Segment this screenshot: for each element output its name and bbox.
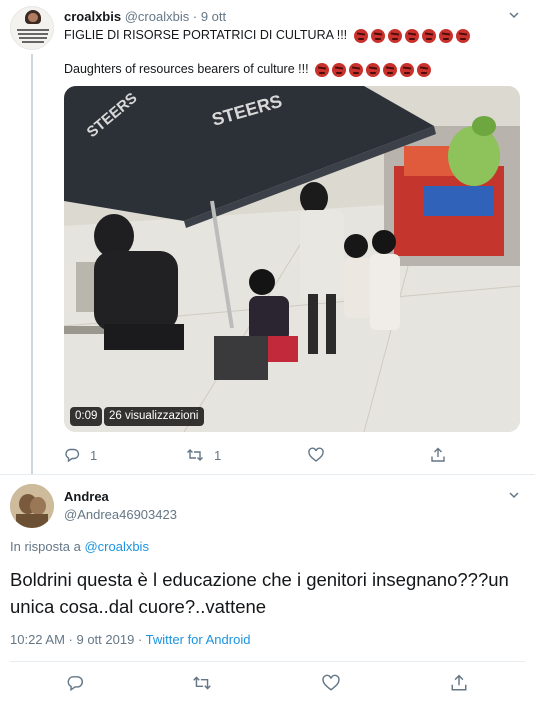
avatar-text-line bbox=[17, 29, 49, 31]
cursing-face-emoji bbox=[332, 62, 347, 77]
heart-icon bbox=[308, 447, 324, 463]
cursing-face-emoji bbox=[421, 28, 436, 43]
avatar[interactable] bbox=[10, 6, 54, 50]
tweet-text: Boldrini questa è l educazione che i gen… bbox=[10, 569, 509, 617]
reply-icon bbox=[66, 674, 84, 692]
reply-button[interactable]: 1 bbox=[64, 447, 97, 463]
cursing-face-emoji bbox=[400, 62, 415, 77]
divider bbox=[10, 661, 525, 662]
tweet-meta: 10:22 AM · 9 ott 2019 · Twitter for Andr… bbox=[10, 632, 250, 647]
separator: · bbox=[137, 632, 143, 647]
video-player[interactable]: STEERS STEERS bbox=[64, 86, 520, 432]
cursing-face-emoji bbox=[404, 28, 419, 43]
tweet-timestamp[interactable]: 10:22 AM · 9 ott 2019 bbox=[10, 632, 134, 647]
user-handle[interactable]: @croalxbis bbox=[125, 9, 190, 24]
cursing-face-emoji bbox=[349, 62, 364, 77]
avatar[interactable] bbox=[10, 484, 54, 528]
chevron-down-icon[interactable] bbox=[508, 489, 520, 504]
share-icon bbox=[450, 674, 468, 692]
display-name[interactable]: Andrea bbox=[64, 489, 109, 504]
tweet-source-link[interactable]: Twitter for Android bbox=[146, 632, 251, 647]
cursing-face-emoji bbox=[315, 62, 330, 77]
cursing-face-emoji bbox=[417, 62, 432, 77]
cursing-face-emoji bbox=[438, 28, 453, 43]
chevron-down-icon[interactable] bbox=[508, 9, 520, 24]
cursing-face-emoji bbox=[353, 28, 368, 43]
like-button[interactable] bbox=[308, 447, 324, 463]
emoji-group bbox=[353, 28, 470, 43]
video-frame: STEERS STEERS bbox=[64, 86, 520, 432]
separator: · bbox=[192, 9, 198, 24]
cursing-face-emoji bbox=[383, 62, 398, 77]
video-duration: 0:09 bbox=[70, 407, 103, 426]
heart-icon bbox=[322, 674, 340, 692]
share-icon bbox=[430, 447, 446, 463]
cursing-face-emoji bbox=[387, 28, 402, 43]
cursing-face-emoji bbox=[370, 28, 385, 43]
tweet-croalxbis[interactable]: croalxbis @croalxbis · 9 ott FIGLIE DI R… bbox=[0, 0, 535, 474]
retweet-icon bbox=[192, 674, 212, 692]
share-button[interactable] bbox=[450, 674, 468, 692]
user-handle[interactable]: @Andrea46903423 bbox=[64, 507, 177, 522]
reply-icon bbox=[64, 447, 80, 463]
retweet-button[interactable] bbox=[192, 674, 212, 692]
reply-target-link[interactable]: @croalxbis bbox=[84, 539, 149, 554]
tweet-header: croalxbis @croalxbis · 9 ott bbox=[64, 9, 226, 24]
like-button[interactable] bbox=[322, 674, 340, 692]
retweet-count: 1 bbox=[214, 447, 222, 463]
thread-connector bbox=[31, 54, 33, 474]
display-name[interactable]: croalxbis bbox=[64, 9, 121, 24]
tweet-text-line: Daughters of resources bearers of cultur… bbox=[64, 62, 309, 76]
tweet-text-english: Daughters of resources bearers of cultur… bbox=[64, 62, 432, 77]
retweet-button[interactable]: 1 bbox=[186, 447, 221, 463]
reply-context: In risposta a @croalxbis bbox=[10, 539, 149, 554]
cursing-face-emoji bbox=[455, 28, 470, 43]
retweet-icon bbox=[186, 447, 204, 463]
avatar-photo bbox=[10, 484, 54, 528]
cursing-face-emoji bbox=[366, 62, 381, 77]
avatar-text-line bbox=[18, 33, 48, 35]
avatar-face-shape bbox=[28, 13, 38, 22]
emoji-group bbox=[315, 62, 432, 77]
tweet-text-line: FIGLIE DI RISORSE PORTATRICI DI CULTURA … bbox=[64, 28, 348, 42]
share-button[interactable] bbox=[430, 447, 446, 463]
tweet-time[interactable]: 9 ott bbox=[201, 9, 226, 24]
video-views: 26 visualizzazioni bbox=[104, 407, 204, 426]
avatar-text-line bbox=[19, 37, 47, 39]
reply-count: 1 bbox=[90, 447, 98, 463]
avatar-text-line bbox=[22, 41, 44, 43]
reply-button[interactable] bbox=[66, 674, 84, 692]
reply-prefix: In risposta a bbox=[10, 539, 81, 554]
tweet-text-italian: FIGLIE DI RISORSE PORTATRICI DI CULTURA … bbox=[64, 28, 470, 43]
